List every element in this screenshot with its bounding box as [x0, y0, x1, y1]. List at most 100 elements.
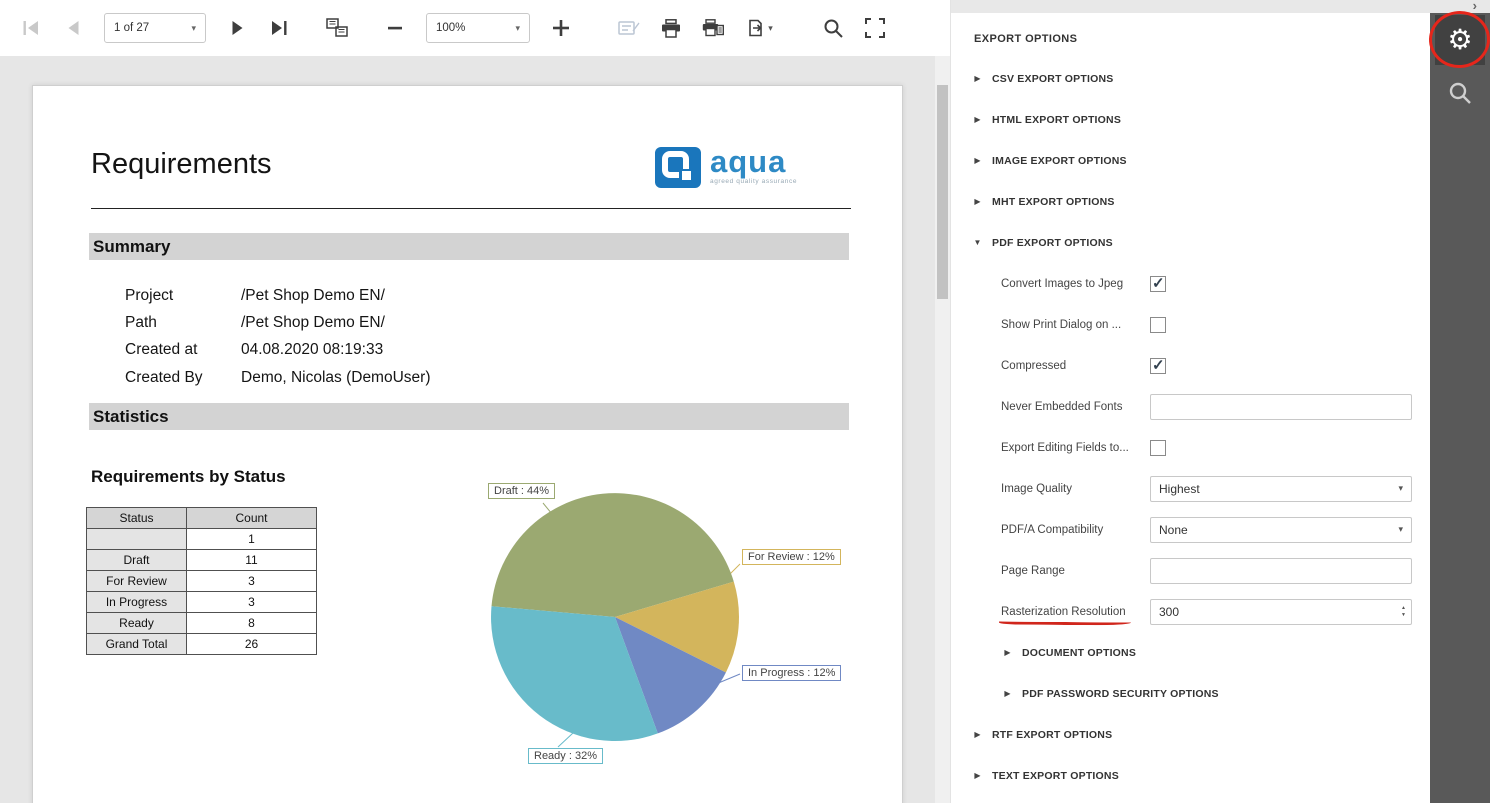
rasterization-resolution-spinner[interactable]: ▲ ▼: [1150, 599, 1412, 625]
section-rtf-export-options[interactable]: ▶ RTF EXPORT OPTIONS: [951, 714, 1430, 755]
section-image-export-options[interactable]: ▶ IMAGE EXPORT OPTIONS: [951, 140, 1430, 181]
statistics-section-header: Statistics: [89, 403, 849, 430]
section-csv-export-options[interactable]: ▶ CSV EXPORT OPTIONS: [951, 58, 1430, 99]
zoom-out-button[interactable]: [374, 7, 416, 49]
table-row: Draft11: [87, 550, 317, 571]
triangle-down-icon: ▼: [973, 238, 982, 247]
viewer-column: 1 of 27 ▾ 100% ▾: [0, 0, 950, 803]
search-button[interactable]: [812, 7, 854, 49]
aqua-logo-mark-icon: [655, 147, 701, 188]
spin-down-icon: ▼: [1401, 613, 1406, 618]
section-text-export-options[interactable]: ▶ TEXT EXPORT OPTIONS: [951, 755, 1430, 796]
pdf-option-row: Rasterization Resolution ▲ ▼: [951, 591, 1430, 632]
fullscreen-button[interactable]: [854, 7, 896, 49]
rasterization-resolution-label: Rasterization Resolution: [1001, 606, 1150, 618]
zoom-selector[interactable]: 100% ▾: [426, 13, 530, 43]
page-selector-value: 1 of 27: [114, 22, 149, 34]
option-label: Never Embedded Fonts: [1001, 401, 1150, 413]
rail-top-strip: ›: [1430, 0, 1490, 13]
panel-scroll-area: EXPORT OPTIONS ▶ CSV EXPORT OPTIONS ▶ HT…: [951, 13, 1430, 803]
page-range-input[interactable]: [1150, 558, 1412, 584]
section-mht-export-options[interactable]: ▶ MHT EXPORT OPTIONS: [951, 181, 1430, 222]
section-document-options[interactable]: ▶ DOCUMENT OPTIONS: [951, 632, 1430, 673]
plus-icon: [552, 19, 570, 37]
pie-callout-in-progress: In Progress : 12%: [742, 665, 841, 681]
last-page-button[interactable]: [258, 7, 300, 49]
field-label: Created By: [125, 369, 241, 387]
pdf-option-row: Convert Images to Jpeg: [951, 263, 1430, 304]
pdf-option-row: PDF/A Compatibility None ▾: [951, 509, 1430, 550]
fullscreen-icon: [865, 18, 885, 38]
chevron-down-icon: ▾: [1398, 483, 1403, 494]
pdfa-compatibility-select[interactable]: None ▾: [1150, 517, 1412, 543]
compressed-checkbox[interactable]: [1150, 358, 1166, 374]
export-editing-fields-checkbox[interactable]: [1150, 440, 1166, 456]
rasterization-resolution-input[interactable]: [1151, 605, 1401, 619]
export-options-gear-button[interactable]: ⚙: [1435, 15, 1485, 65]
spinner-buttons[interactable]: ▲ ▼: [1401, 606, 1411, 618]
pdf-option-row: Image Quality Highest ▾: [951, 468, 1430, 509]
report-viewer-app: 1 of 27 ▾ 100% ▾: [0, 0, 1490, 803]
summary-section-header: Summary: [89, 233, 849, 260]
panel-title: EXPORT OPTIONS: [951, 13, 1430, 58]
zoom-in-button[interactable]: [540, 7, 582, 49]
triangle-right-icon: ▶: [1003, 648, 1012, 657]
field-value: Demo, Nicolas (DemoUser): [241, 369, 430, 387]
aqua-logo-tagline: agreed quality assurance: [710, 178, 797, 185]
never-embedded-fonts-input[interactable]: [1150, 394, 1412, 420]
triangle-right-icon: ▶: [973, 74, 982, 83]
previous-page-button[interactable]: [52, 7, 94, 49]
next-page-icon: [231, 21, 244, 35]
section-html-export-options[interactable]: ▶ HTML EXPORT OPTIONS: [951, 99, 1430, 140]
pie-callout-for-review: For Review : 12%: [742, 549, 841, 565]
chevron-down-icon: ▾: [768, 23, 773, 34]
option-label: Compressed: [1001, 360, 1150, 372]
status-pie-chart: Draft : 44% For Review : 12% In Progress…: [473, 476, 893, 776]
chevron-down-icon: ▾: [1398, 524, 1403, 535]
gear-icon: ⚙: [1447, 26, 1472, 54]
search-rail-button[interactable]: [1448, 81, 1472, 108]
first-page-button[interactable]: [10, 7, 52, 49]
convert-images-to-jpeg-checkbox[interactable]: [1150, 276, 1166, 292]
report-title: Requirements: [91, 148, 272, 181]
aqua-logo-text: aqua: [710, 147, 797, 177]
option-label: Show Print Dialog on ...: [1001, 319, 1150, 331]
chevron-down-icon: ▾: [183, 23, 196, 34]
field-label: Project: [125, 287, 241, 305]
option-label: Image Quality: [1001, 483, 1150, 495]
option-label: Convert Images to Jpeg: [1001, 278, 1150, 290]
printer-icon: [661, 19, 681, 38]
triangle-right-icon: ▶: [973, 156, 982, 165]
spin-up-icon: ▲: [1401, 606, 1406, 611]
pdf-option-row: Export Editing Fields to...: [951, 427, 1430, 468]
next-page-button[interactable]: [216, 7, 258, 49]
image-quality-select[interactable]: Highest ▾: [1150, 476, 1412, 502]
vertical-scrollbar: [935, 56, 950, 803]
right-rail: › ⚙: [1430, 0, 1490, 803]
triangle-right-icon: ▶: [973, 730, 982, 739]
field-label: Path: [125, 314, 241, 332]
minus-icon: [387, 20, 403, 36]
previous-page-icon: [67, 21, 80, 35]
export-button[interactable]: ▾: [734, 7, 786, 49]
scrollbar-thumb[interactable]: [937, 85, 948, 299]
section-pdf-password-security-options[interactable]: ▶ PDF PASSWORD SECURITY OPTIONS: [951, 673, 1430, 714]
print-page-button[interactable]: [692, 7, 734, 49]
section-pdf-export-options[interactable]: ▼ PDF EXPORT OPTIONS: [951, 222, 1430, 263]
highlight-editing-fields-button[interactable]: [608, 7, 650, 49]
multipage-view-button[interactable]: [316, 7, 358, 49]
export-document-icon: [747, 19, 765, 37]
pie-callout-draft: Draft : 44%: [488, 483, 555, 499]
pie-chart-svg: [473, 476, 893, 776]
print-button[interactable]: [650, 7, 692, 49]
show-print-dialog-checkbox[interactable]: [1150, 317, 1166, 333]
search-icon: [1448, 81, 1472, 105]
viewer-toolbar: 1 of 27 ▾ 100% ▾: [0, 0, 950, 56]
pie-callout-ready: Ready : 32%: [528, 748, 603, 764]
collapse-panel-arrow-icon[interactable]: ›: [1473, 0, 1477, 13]
status-count-table: Status Count 1 Draft11 For Review3 In Pr…: [86, 507, 317, 655]
column-header-status: Status: [87, 508, 187, 529]
option-label: Export Editing Fields to...: [1001, 442, 1150, 454]
page-selector[interactable]: 1 of 27 ▾: [104, 13, 206, 43]
field-label: Created at: [125, 341, 241, 359]
